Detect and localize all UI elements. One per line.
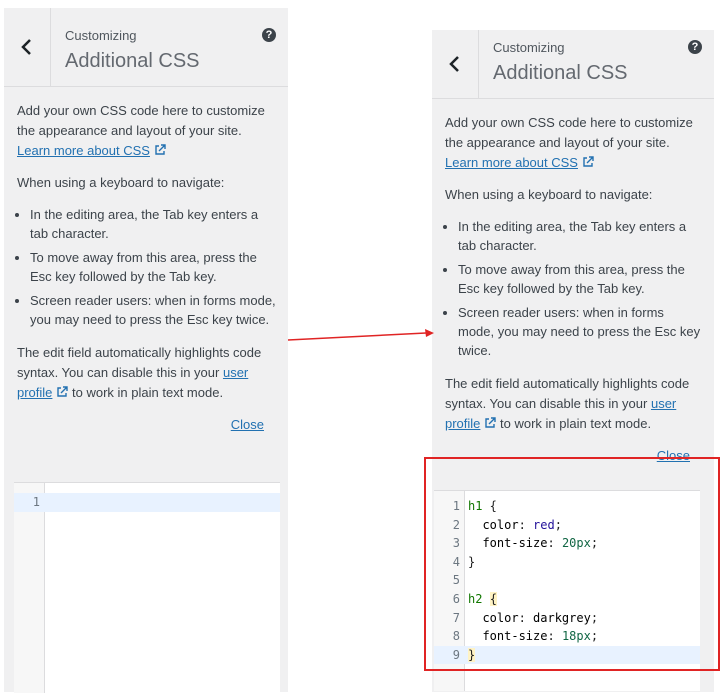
arrow-icon: [287, 329, 434, 341]
